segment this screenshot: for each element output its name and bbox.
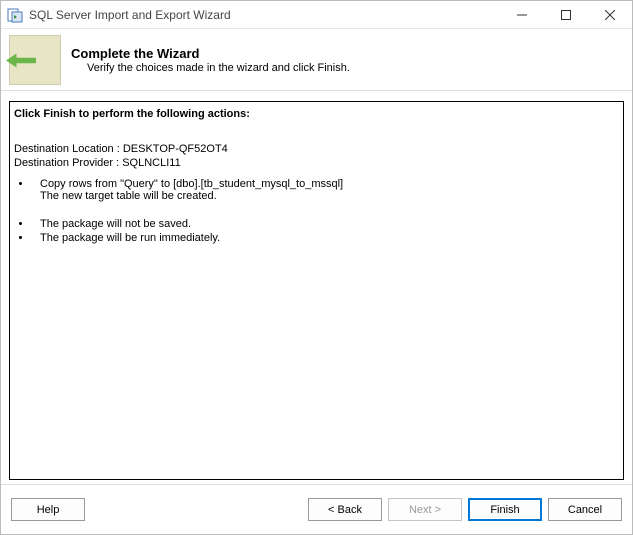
content-wrap: Click Finish to perform the following ac… [1,91,632,484]
wizard-footer: Help < Back Next > Finish Cancel [1,484,632,534]
action-subtext: The new target table will be created. [40,190,619,202]
destination-location: Destination Location : DESKTOP-QF52OT4 [14,142,619,156]
action-text: The package will be run immediately. [40,232,220,244]
header-text: Complete the Wizard Verify the choices m… [71,46,350,74]
help-button[interactable]: Help [11,498,85,521]
page-subtitle: Verify the choices made in the wizard an… [71,62,350,74]
action-item: Copy rows from "Query" to [dbo].[tb_stud… [32,178,619,202]
close-button[interactable] [588,1,632,29]
titlebar-left: SQL Server Import and Export Wizard [7,7,231,23]
action-text: Copy rows from "Query" to [dbo].[tb_stud… [40,178,343,190]
back-button[interactable]: < Back [308,498,382,521]
window-controls [500,1,632,29]
action-text: The package will not be saved. [40,218,191,230]
wizard-window: SQL Server Import and Export Wizard Comp… [0,0,633,535]
summary-heading: Click Finish to perform the following ac… [14,108,619,120]
app-icon [7,7,23,23]
maximize-button[interactable] [544,1,588,29]
summary-box: Click Finish to perform the following ac… [9,101,624,480]
wizard-step-icon [9,35,61,85]
wizard-header: Complete the Wizard Verify the choices m… [1,29,632,91]
page-title: Complete the Wizard [71,46,350,61]
cancel-button[interactable]: Cancel [548,498,622,521]
next-button: Next > [388,498,462,521]
action-item: The package will not be saved. [32,218,619,230]
destination-provider: Destination Provider : SQLNCLI11 [14,156,619,170]
actions-list: Copy rows from "Query" to [dbo].[tb_stud… [14,178,619,202]
action-item: The package will be run immediately. [32,232,619,244]
actions-list-2: The package will not be saved. The packa… [14,218,619,244]
finish-button[interactable]: Finish [468,498,542,521]
window-title: SQL Server Import and Export Wizard [29,8,231,22]
minimize-button[interactable] [500,1,544,29]
destination-info: Destination Location : DESKTOP-QF52OT4 D… [14,142,619,170]
titlebar: SQL Server Import and Export Wizard [1,1,632,29]
